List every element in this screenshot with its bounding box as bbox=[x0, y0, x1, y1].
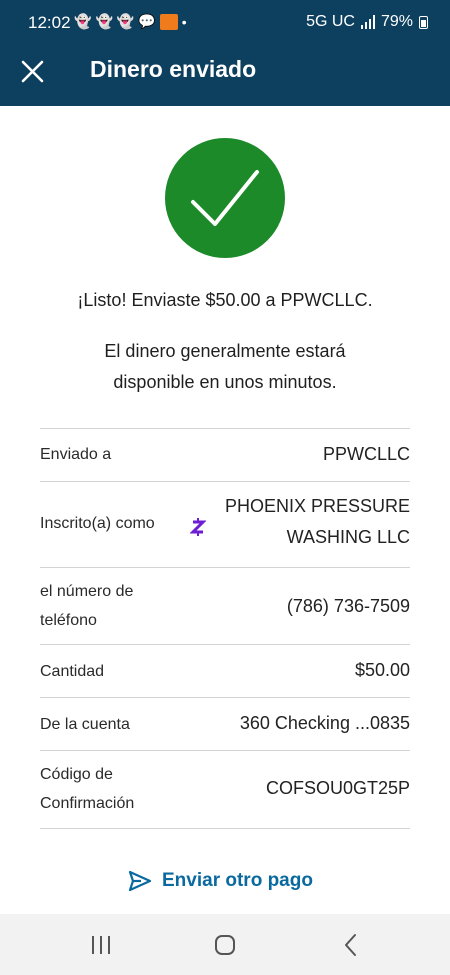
home-button[interactable] bbox=[210, 932, 240, 958]
detail-row-phone: el número de teléfono (786) 736-7509 bbox=[40, 568, 410, 645]
signal-icon bbox=[360, 15, 375, 29]
confirmation-message: ¡Listo! Enviaste $50.00 a PPWCLLC. bbox=[77, 290, 373, 310]
battery-icon bbox=[419, 15, 428, 29]
send-icon bbox=[128, 870, 152, 892]
battery-percent: 79% bbox=[380, 13, 413, 30]
snapchat-icon: 👻 bbox=[116, 13, 135, 29]
recents-icon bbox=[92, 936, 110, 954]
amount-value: $50.00 bbox=[354, 660, 410, 680]
availability-message: El dinero generalmente estará disponible… bbox=[85, 336, 365, 398]
detail-row-amount: Cantidad $50.00 bbox=[40, 645, 410, 698]
more-notifications-icon: • bbox=[181, 13, 187, 30]
checkmark-icon bbox=[191, 170, 259, 226]
send-another-payment-label: Enviar otro pago bbox=[162, 870, 313, 891]
phone-label-line-1: el número de bbox=[40, 583, 134, 600]
success-badge bbox=[165, 138, 285, 258]
phone-label: el número de teléfono bbox=[40, 577, 133, 635]
amount-label: Cantidad bbox=[40, 663, 105, 680]
enrolled-value-line-1: PHOENIX PRESSURE bbox=[224, 496, 410, 516]
phone-value: (786) 736-7509 bbox=[286, 596, 410, 616]
home-icon bbox=[215, 935, 235, 955]
enrolled-label: Inscrito(a) como bbox=[40, 515, 155, 532]
close-button[interactable] bbox=[18, 56, 48, 86]
enrolled-value-line-2: WASHING LLC bbox=[286, 527, 410, 547]
chat-icon: 💬 bbox=[138, 13, 156, 29]
detail-row-enrolled-as: Inscrito(a) como PHOENIX PRESSURE WASHIN… bbox=[40, 482, 410, 568]
app-bar: 12:02 👻 👻 👻 💬 • 5G UC 79% Dinero enviado bbox=[0, 0, 450, 106]
network-type: 5G UC bbox=[306, 13, 355, 30]
snapchat-icon: 👻 bbox=[74, 13, 92, 29]
enrolled-value: PHOENIX PRESSURE WASHING LLC bbox=[225, 491, 410, 553]
sent-to-label: Enviado a bbox=[40, 446, 112, 463]
phone-label-line-2: teléfono bbox=[40, 612, 97, 629]
zelle-icon bbox=[190, 518, 206, 536]
status-right: 5G UC 79% bbox=[306, 13, 428, 31]
status-bar: 12:02 👻 👻 👻 💬 • 5G UC 79% bbox=[0, 0, 450, 46]
availability-line-1: El dinero generalmente estará bbox=[104, 341, 346, 361]
account-label: De la cuenta bbox=[40, 716, 130, 733]
sent-to-value: PPWCLLC bbox=[322, 444, 410, 464]
status-time: 12:02 bbox=[28, 13, 71, 32]
availability-line-2: disponible en unos minutos. bbox=[113, 372, 337, 392]
snapchat-icon: 👻 bbox=[95, 13, 113, 29]
account-value: 360 Checking ...0835 bbox=[239, 713, 410, 733]
transaction-details: Enviado a PPWCLLC Inscrito(a) como PHOEN… bbox=[40, 428, 410, 829]
app-notification-icon bbox=[159, 13, 178, 30]
notification-icons: 👻 👻 👻 💬 • bbox=[74, 13, 187, 30]
close-icon bbox=[21, 60, 44, 83]
detail-row-sent-to: Enviado a PPWCLLC bbox=[40, 429, 410, 482]
confirmation-code-value: COFSOU0GT25P bbox=[265, 778, 410, 798]
page-title: Dinero enviado bbox=[90, 56, 257, 82]
confirmation-code-label-line-2: Confirmación bbox=[40, 795, 135, 812]
back-icon bbox=[345, 934, 356, 956]
detail-row-account: De la cuenta 360 Checking ...0835 bbox=[40, 698, 410, 751]
send-another-payment-button[interactable]: Enviar otro pago bbox=[128, 866, 313, 896]
recents-button[interactable] bbox=[86, 932, 116, 958]
confirmation-code-label-line-1: Código de bbox=[40, 766, 113, 783]
confirmation-code-label: Código de Confirmación bbox=[40, 760, 134, 818]
back-button[interactable] bbox=[336, 932, 366, 958]
system-nav-bar bbox=[0, 914, 450, 975]
detail-row-confirmation-code: Código de Confirmación COFSOU0GT25P bbox=[40, 751, 410, 829]
